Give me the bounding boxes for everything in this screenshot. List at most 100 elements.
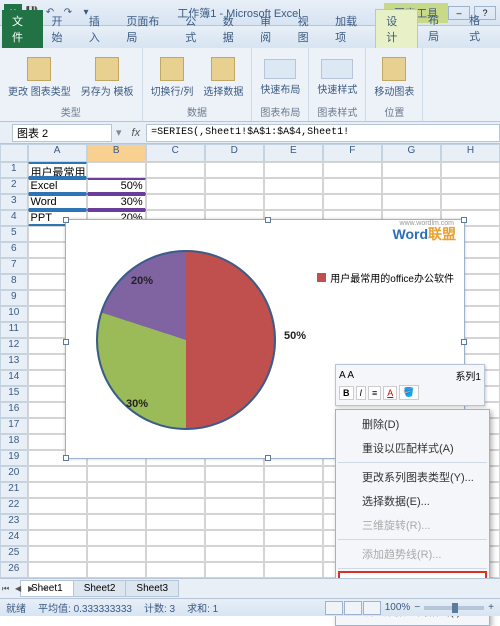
row-head[interactable]: 3 bbox=[0, 194, 28, 210]
tab-home[interactable]: 开始 bbox=[43, 10, 80, 48]
row-head[interactable]: 8 bbox=[0, 274, 28, 290]
cell[interactable] bbox=[87, 562, 146, 578]
resize-handle[interactable] bbox=[265, 455, 271, 461]
page-break-view-button[interactable] bbox=[363, 601, 381, 615]
tab-page-layout[interactable]: 页面布局 bbox=[118, 10, 177, 48]
cell[interactable] bbox=[28, 562, 87, 578]
row-head[interactable]: 23 bbox=[0, 514, 28, 530]
cell[interactable] bbox=[264, 162, 323, 178]
cell[interactable] bbox=[87, 514, 146, 530]
tab-insert[interactable]: 插入 bbox=[81, 10, 118, 48]
cell[interactable] bbox=[146, 162, 205, 178]
resize-handle[interactable] bbox=[63, 455, 69, 461]
col-H[interactable]: H bbox=[441, 144, 500, 162]
row-head[interactable]: 11 bbox=[0, 322, 28, 338]
tab-file[interactable]: 文件 bbox=[2, 10, 43, 48]
cell[interactable] bbox=[87, 162, 146, 178]
row-head[interactable]: 2 bbox=[0, 178, 28, 194]
cell[interactable] bbox=[264, 498, 323, 514]
resize-handle[interactable] bbox=[461, 339, 467, 345]
data-label-30[interactable]: 30% bbox=[126, 398, 148, 410]
cell[interactable] bbox=[264, 514, 323, 530]
name-box[interactable]: 图表 2 bbox=[12, 124, 112, 142]
cell[interactable] bbox=[87, 482, 146, 498]
cell[interactable] bbox=[441, 194, 500, 210]
normal-view-button[interactable] bbox=[325, 601, 343, 615]
zoom-out-button[interactable]: − bbox=[414, 602, 420, 613]
row-head[interactable]: 7 bbox=[0, 258, 28, 274]
zoom-thumb[interactable] bbox=[452, 603, 458, 613]
bold-button[interactable]: B bbox=[339, 386, 354, 400]
row-head[interactable]: 26 bbox=[0, 562, 28, 578]
cell[interactable]: 用户最常用的office办公软件 bbox=[28, 162, 87, 178]
row-head[interactable]: 24 bbox=[0, 530, 28, 546]
row-head[interactable]: 1 bbox=[0, 162, 28, 178]
cell[interactable] bbox=[264, 546, 323, 562]
data-label-50[interactable]: 50% bbox=[284, 330, 306, 342]
cell[interactable] bbox=[146, 178, 205, 194]
cell[interactable] bbox=[28, 498, 87, 514]
sheet-tab-2[interactable]: Sheet2 bbox=[73, 580, 127, 597]
quick-style-button[interactable]: 快速样式 bbox=[313, 57, 361, 98]
zoom-slider[interactable] bbox=[424, 606, 484, 610]
cell[interactable] bbox=[146, 194, 205, 210]
row-head[interactable]: 15 bbox=[0, 386, 28, 402]
save-as-template-button[interactable]: 另存为 模板 bbox=[77, 55, 138, 100]
cell[interactable] bbox=[146, 546, 205, 562]
row-head[interactable]: 18 bbox=[0, 434, 28, 450]
chart-legend[interactable]: 用户最常用的office办公软件 bbox=[317, 270, 454, 285]
cell[interactable] bbox=[205, 178, 264, 194]
cell[interactable] bbox=[28, 530, 87, 546]
cell[interactable] bbox=[205, 162, 264, 178]
switch-row-col-button[interactable]: 切换行/列 bbox=[147, 55, 198, 100]
align-button[interactable]: ≡ bbox=[368, 386, 381, 400]
cell[interactable] bbox=[146, 482, 205, 498]
row-head[interactable]: 9 bbox=[0, 290, 28, 306]
menu-select-data[interactable]: 选择数据(E)... bbox=[338, 489, 487, 513]
cell[interactable] bbox=[28, 466, 87, 482]
row-head[interactable]: 16 bbox=[0, 402, 28, 418]
col-B[interactable]: B bbox=[87, 144, 146, 162]
fx-icon[interactable]: fx bbox=[126, 127, 147, 139]
select-all-corner[interactable] bbox=[0, 144, 28, 162]
cell[interactable] bbox=[87, 546, 146, 562]
row-head[interactable]: 6 bbox=[0, 242, 28, 258]
row-head[interactable]: 25 bbox=[0, 546, 28, 562]
cell[interactable] bbox=[323, 162, 382, 178]
cell[interactable] bbox=[205, 498, 264, 514]
cell[interactable] bbox=[205, 530, 264, 546]
cell[interactable] bbox=[382, 194, 441, 210]
last-sheet-icon[interactable]: ⏭ bbox=[41, 584, 53, 594]
col-A[interactable]: A bbox=[28, 144, 87, 162]
cell[interactable]: Excel bbox=[28, 178, 87, 194]
row-head[interactable]: 5 bbox=[0, 226, 28, 242]
cell[interactable] bbox=[441, 162, 500, 178]
col-C[interactable]: C bbox=[146, 144, 205, 162]
cell[interactable] bbox=[264, 482, 323, 498]
row-head[interactable]: 14 bbox=[0, 370, 28, 386]
cell[interactable] bbox=[264, 178, 323, 194]
cell[interactable] bbox=[323, 178, 382, 194]
row-head[interactable]: 17 bbox=[0, 418, 28, 434]
tab-review[interactable]: 审阅 bbox=[252, 10, 289, 48]
zoom-in-button[interactable]: + bbox=[488, 602, 494, 613]
row-head[interactable]: 20 bbox=[0, 466, 28, 482]
cell[interactable] bbox=[28, 514, 87, 530]
cell[interactable] bbox=[87, 530, 146, 546]
tab-data[interactable]: 数据 bbox=[215, 10, 252, 48]
cell[interactable] bbox=[441, 178, 500, 194]
row-head[interactable]: 19 bbox=[0, 450, 28, 466]
pie-chart[interactable]: 50% 30% 20% bbox=[96, 250, 276, 430]
cell[interactable] bbox=[382, 162, 441, 178]
cell[interactable] bbox=[205, 562, 264, 578]
namebox-dropdown-icon[interactable]: ▾ bbox=[112, 126, 126, 139]
cell[interactable] bbox=[146, 498, 205, 514]
cell[interactable]: 30% bbox=[87, 194, 146, 210]
row-head[interactable]: 4 bbox=[0, 210, 28, 226]
cell[interactable] bbox=[87, 466, 146, 482]
cell[interactable] bbox=[28, 546, 87, 562]
cell[interactable] bbox=[205, 514, 264, 530]
menu-change-series-type[interactable]: 更改系列图表类型(Y)... bbox=[338, 465, 487, 489]
col-G[interactable]: G bbox=[382, 144, 441, 162]
col-F[interactable]: F bbox=[323, 144, 382, 162]
